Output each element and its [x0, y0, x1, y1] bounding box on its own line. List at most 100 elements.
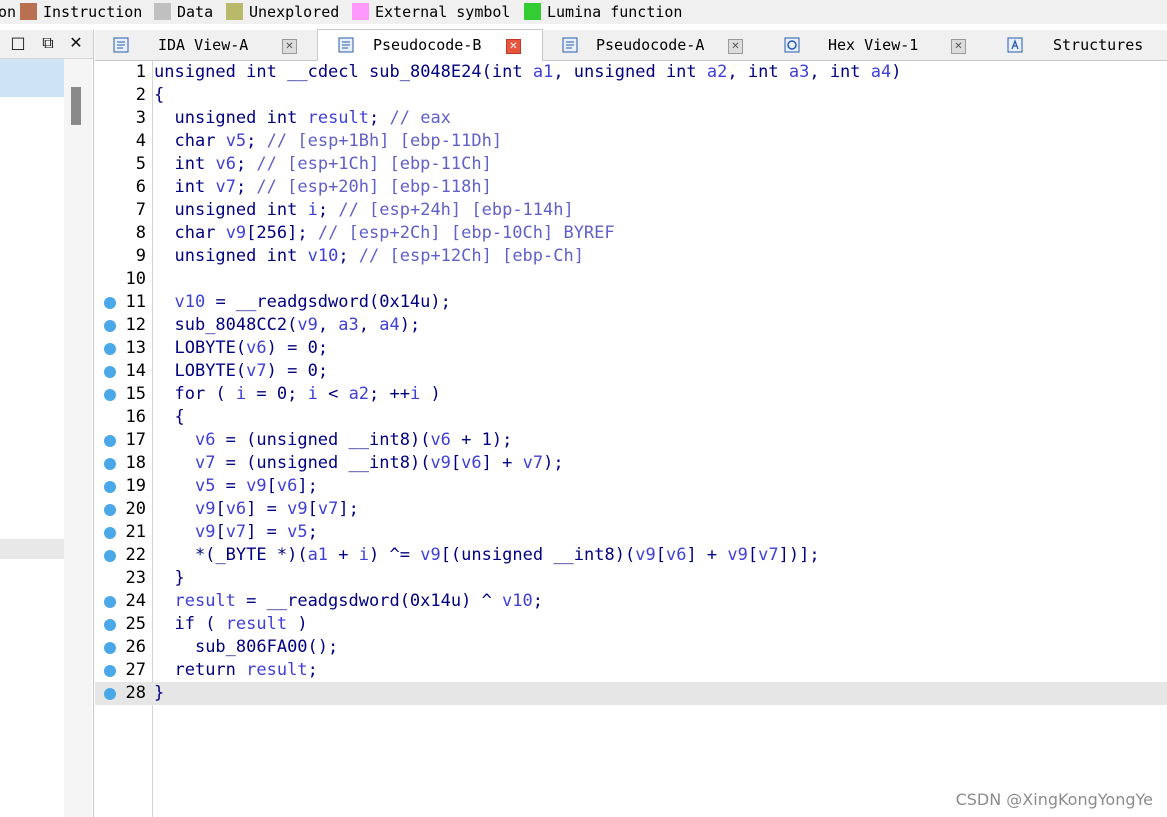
code-text: v7 = (unsigned __int8)(v9[v6] + v7);: [194, 453, 564, 473]
code-line[interactable]: 4 char v5; // [esp+1Bh] [ebp-11Dh]: [95, 130, 1167, 153]
code-text: return result;: [174, 660, 318, 680]
line-number: 12: [125, 315, 146, 335]
code-text: unsigned int v10; // [esp+12Ch] [ebp-Ch]: [174, 246, 584, 266]
code-line[interactable]: 27 return result;: [95, 659, 1167, 682]
tab-pseudocode-a[interactable]: Pseudocode-A ✕: [542, 30, 766, 60]
code-line[interactable]: 10: [95, 268, 1167, 291]
legend-label: on: [0, 3, 17, 21]
code-text: LOBYTE(v6) = 0;: [174, 338, 329, 358]
code-line[interactable]: 22 *(_BYTE *)(a1 + i) ^= v9[(unsigned __…: [95, 544, 1167, 567]
code-line[interactable]: 28}: [95, 682, 1167, 705]
pseudocode-icon: [562, 37, 578, 53]
code-line[interactable]: 2{: [95, 84, 1167, 107]
code-text: v9[v6] = v9[v7];: [194, 499, 359, 519]
code-line[interactable]: 25 if ( result ): [95, 613, 1167, 636]
legend-label: Unexplored: [249, 3, 340, 21]
code-text: }: [154, 568, 185, 588]
close-tab-icon[interactable]: ✕: [506, 39, 521, 54]
line-number: 13: [125, 338, 146, 358]
code-line[interactable]: 26 sub_806FA00();: [95, 636, 1167, 659]
code-text: for ( i = 0; i < a2; ++i ): [174, 384, 441, 404]
close-tab-icon[interactable]: ✕: [282, 39, 297, 54]
color-swatch: [524, 3, 541, 20]
color-swatch: [226, 3, 243, 20]
code-line[interactable]: 9 unsigned int v10; // [esp+12Ch] [ebp-C…: [95, 245, 1167, 268]
selected-row[interactable]: [0, 59, 64, 97]
code-line[interactable]: 24 result = __readgsdword(0x14u) ^ v10;: [95, 590, 1167, 613]
code-text: int v7; // [esp+20h] [ebp-118h]: [174, 177, 492, 197]
maximize-icon[interactable]: □: [9, 34, 27, 52]
line-number: 18: [125, 453, 146, 473]
code-line[interactable]: 3 unsigned int result; // eax: [95, 107, 1167, 130]
color-swatch: [352, 3, 369, 20]
code-text: {: [154, 85, 165, 105]
code-line[interactable]: 7 unsigned int i; // [esp+24h] [ebp-114h…: [95, 199, 1167, 222]
code-line[interactable]: 15 for ( i = 0; i < a2; ++i ): [95, 383, 1167, 406]
code-line[interactable]: 18 v7 = (unsigned __int8)(v9[v6] + v7);: [95, 452, 1167, 475]
functions-panel: □ ⧉ ✕: [0, 30, 94, 817]
code-line[interactable]: 21 v9[v7] = v5;: [95, 521, 1167, 544]
code-text: int v6; // [esp+1Ch] [ebp-11Ch]: [174, 154, 492, 174]
code-line[interactable]: 13 LOBYTE(v6) = 0;: [95, 337, 1167, 360]
legend-item-lumina-function: Lumina function: [524, 2, 682, 22]
close-tab-icon[interactable]: ✕: [951, 39, 966, 54]
code-line[interactable]: 17 v6 = (unsigned __int8)(v6 + 1);: [95, 429, 1167, 452]
line-number: 3: [135, 108, 146, 128]
code-line[interactable]: 20 v9[v6] = v9[v7];: [95, 498, 1167, 521]
line-number: 15: [125, 384, 146, 404]
code-line[interactable]: 14 LOBYTE(v7) = 0;: [95, 360, 1167, 383]
code-text: result = __readgsdword(0x14u) ^ v10;: [174, 591, 544, 611]
tab-ida-view-a[interactable]: IDA View-A ✕: [95, 30, 317, 60]
line-number: 20: [125, 499, 146, 519]
line-number: 6: [135, 177, 146, 197]
tab-pseudocode-b[interactable]: Pseudocode-B ✕: [317, 29, 543, 62]
code-text: }: [154, 683, 165, 703]
line-number: 21: [125, 522, 146, 542]
disassembly-icon: [113, 37, 129, 53]
code-text: v6 = (unsigned __int8)(v6 + 1);: [194, 430, 513, 450]
tab-label: Structures: [1053, 36, 1144, 54]
line-number: 8: [135, 223, 146, 243]
tab-bar: IDA View-A ✕ Pseudocode-B ✕ Pseudocode-A…: [95, 29, 1167, 62]
legend-label: External symbol: [375, 3, 511, 21]
color-swatch: [20, 3, 37, 20]
scrollbar-thumb[interactable]: [71, 87, 81, 125]
code-line[interactable]: 5 int v6; // [esp+1Ch] [ebp-11Ch]: [95, 153, 1167, 176]
pseudocode-view[interactable]: 1 unsigned int __cdecl sub_8048E24(int a1…: [95, 61, 1167, 817]
tab-structures[interactable]: Structures: [990, 30, 1167, 60]
line-number: 5: [135, 154, 146, 174]
scrollbar[interactable]: [64, 59, 92, 817]
restore-icon[interactable]: ⧉: [39, 34, 57, 52]
line-number: 14: [125, 361, 146, 381]
code-line[interactable]: 19 v5 = v9[v6];: [95, 475, 1167, 498]
line-number: 23: [125, 568, 146, 588]
line-number: 4: [135, 131, 146, 151]
line-number: 22: [125, 545, 146, 565]
legend-item-instruction: Instruction: [20, 2, 142, 22]
code-line[interactable]: 12 sub_8048CC2(v9, a3, a4);: [95, 314, 1167, 337]
legend-label: Data: [177, 3, 214, 21]
line-number: 17: [125, 430, 146, 450]
code-text: unsigned int i; // [esp+24h] [ebp-114h]: [174, 200, 574, 220]
code-line[interactable]: 11 v10 = __readgsdword(0x14u);: [95, 291, 1167, 314]
line-number: 24: [125, 591, 146, 611]
code-text: v5 = v9[v6];: [194, 476, 318, 496]
list-row[interactable]: [0, 539, 64, 559]
code-line[interactable]: 1 unsigned int __cdecl sub_8048E24(int a1…: [95, 61, 1167, 84]
close-icon[interactable]: ✕: [67, 34, 85, 52]
code-line[interactable]: 8 char v9[256]; // [esp+2Ch] [ebp-10Ch] …: [95, 222, 1167, 245]
line-number: 2: [135, 85, 146, 105]
close-tab-icon[interactable]: ✕: [728, 39, 743, 54]
legend-bar: on Instruction Data Unexplored External …: [0, 0, 1167, 24]
code-text: v9[v7] = v5;: [194, 522, 318, 542]
code-line[interactable]: 23 }: [95, 567, 1167, 590]
line-number: 16: [125, 407, 146, 427]
code-text: {: [154, 407, 185, 427]
line-number: 25: [125, 614, 146, 634]
tab-hex-view-1[interactable]: Hex View-1 ✕: [767, 30, 989, 60]
code-line[interactable]: 6 int v7; // [esp+20h] [ebp-118h]: [95, 176, 1167, 199]
code-line[interactable]: 16 {: [95, 406, 1167, 429]
pseudocode-icon: [338, 37, 354, 53]
code-text: if ( result ): [174, 614, 308, 634]
color-swatch: [154, 3, 171, 20]
